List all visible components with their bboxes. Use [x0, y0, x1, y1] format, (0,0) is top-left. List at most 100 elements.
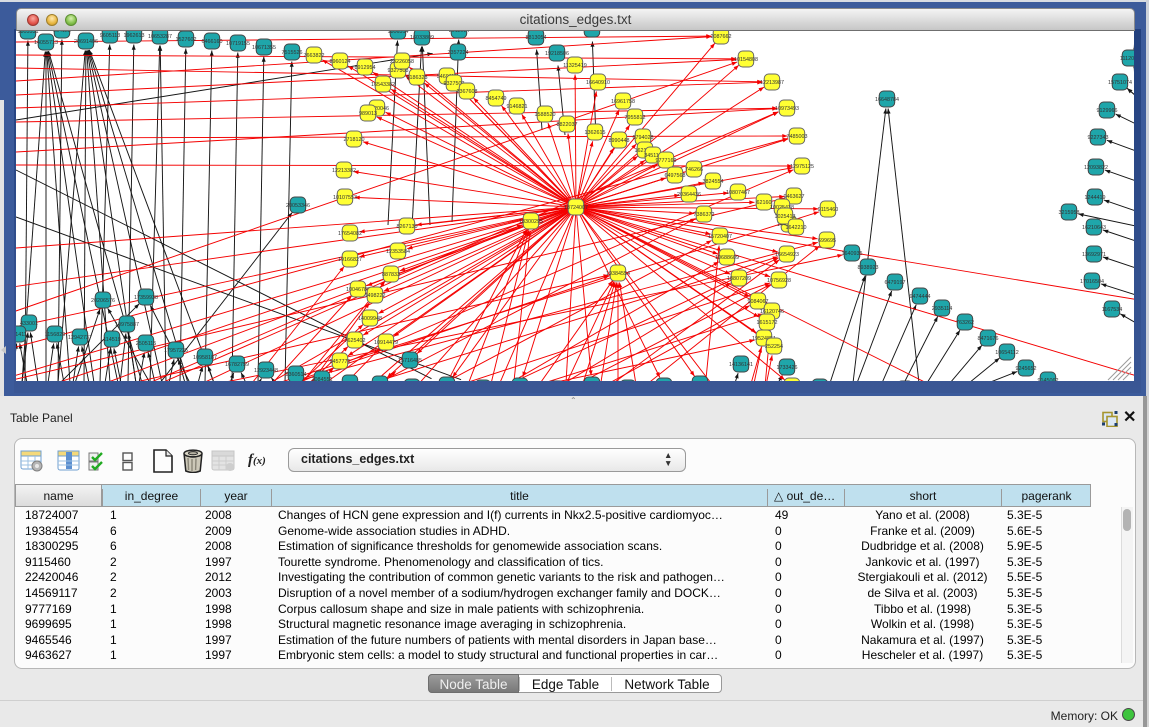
svg-text:10688609: 10688609 — [715, 255, 739, 261]
svg-text:1805531: 1805531 — [18, 31, 39, 35]
svg-text:9360514: 9360514 — [286, 372, 307, 378]
svg-text:18300295: 18300295 — [519, 219, 543, 225]
svg-text:11325419: 11325419 — [563, 63, 587, 69]
svg-text:3824554: 3824554 — [703, 179, 724, 185]
svg-text:10654112: 10654112 — [995, 350, 1019, 356]
svg-text:17654082: 17654082 — [338, 231, 362, 237]
svg-text:12353584: 12353584 — [386, 249, 410, 255]
svg-text:9605113: 9605113 — [100, 33, 121, 39]
svg-text:8267130: 8267130 — [397, 224, 418, 230]
svg-text:9245652: 9245652 — [1016, 366, 1037, 372]
svg-text:7663822: 7663822 — [304, 53, 325, 59]
svg-text:9115460: 9115460 — [818, 207, 839, 213]
svg-text:16033809: 16033809 — [410, 35, 434, 41]
svg-text:12213382: 12213382 — [332, 168, 356, 174]
svg-text:13692971: 13692971 — [1082, 252, 1106, 258]
svg-text:8471676: 8471676 — [978, 336, 999, 342]
svg-text:10154808: 10154808 — [734, 57, 758, 63]
svg-text:15751074: 15751074 — [1108, 80, 1132, 86]
svg-text:8938923: 8938923 — [858, 265, 879, 271]
svg-text:15716485: 15716485 — [398, 358, 422, 364]
svg-text:12942737: 12942737 — [68, 335, 92, 341]
svg-text:12923448: 12923448 — [254, 368, 278, 374]
svg-text:252254: 252254 — [765, 344, 783, 350]
svg-text:1362615: 1362615 — [585, 130, 606, 136]
svg-text:14009948: 14009948 — [358, 316, 382, 322]
svg-text:9227343: 9227343 — [1088, 135, 1109, 141]
svg-text:1962613: 1962613 — [124, 33, 145, 39]
svg-text:16648784: 16648784 — [875, 97, 899, 103]
svg-text:15720407: 15720407 — [708, 234, 732, 240]
svg-text:16961758: 16961758 — [611, 99, 635, 105]
svg-text:8454749: 8454749 — [486, 96, 507, 102]
svg-text:2673782: 2673782 — [582, 31, 603, 33]
svg-text:9777169: 9777169 — [656, 158, 677, 164]
svg-text:1588520: 1588520 — [535, 112, 556, 118]
svg-text:1527602: 1527602 — [176, 37, 197, 43]
svg-text:10719155: 10719155 — [226, 41, 250, 47]
svg-text:10807467: 10807467 — [726, 190, 750, 196]
svg-text:2087662: 2087662 — [711, 34, 732, 40]
svg-text:964122: 964122 — [53, 31, 71, 34]
svg-text:12213987: 12213987 — [760, 80, 784, 86]
svg-text:19384554: 19384554 — [606, 271, 630, 277]
svg-text:9146821: 9146821 — [507, 104, 528, 110]
svg-text:8960124: 8960124 — [330, 59, 351, 65]
svg-text:391411: 391411 — [16, 332, 27, 338]
svg-text:16543382: 16543382 — [371, 82, 395, 88]
svg-text:19166827: 19166827 — [338, 257, 362, 263]
svg-text:17016504: 17016504 — [1080, 279, 1104, 285]
svg-text:1615172: 1615172 — [757, 320, 778, 326]
svg-text:10973493: 10973493 — [775, 106, 799, 112]
svg-text:12975125: 12975125 — [790, 164, 814, 170]
svg-text:9129966: 9129966 — [1097, 108, 1118, 114]
svg-text:10975887: 10975887 — [115, 322, 139, 328]
svg-text:3215958: 3215958 — [1059, 210, 1080, 216]
svg-text:10671355: 10671355 — [252, 45, 276, 51]
svg-text:14055713: 14055713 — [34, 40, 58, 46]
svg-text:1498222: 1498222 — [365, 293, 386, 299]
svg-text:7625402: 7625402 — [345, 338, 366, 344]
svg-text:20691406: 20691406 — [74, 39, 98, 45]
svg-text:8822037: 8822037 — [557, 122, 578, 128]
svg-text:9457771: 9457771 — [330, 359, 351, 365]
svg-text:2084551: 2084551 — [312, 377, 333, 381]
svg-text:10653287: 10653287 — [148, 34, 172, 40]
svg-text:114519: 114519 — [103, 337, 121, 343]
svg-text:1640935: 1640935 — [842, 251, 863, 257]
svg-text:8186328: 8186328 — [407, 75, 428, 81]
svg-text:9474444: 9474444 — [910, 294, 931, 300]
svg-text:10958187: 10958187 — [193, 355, 217, 361]
svg-text:6497568: 6497568 — [665, 173, 686, 179]
svg-text:17957225: 17957225 — [164, 348, 188, 354]
svg-text:2935114: 2935114 — [932, 306, 953, 312]
svg-text:699695: 699695 — [818, 238, 836, 244]
svg-text:12093822: 12093822 — [1084, 165, 1108, 171]
svg-text:1112093: 1112093 — [1120, 56, 1134, 62]
svg-text:6794028: 6794028 — [633, 135, 654, 141]
svg-text:20206576: 20206576 — [91, 298, 115, 304]
svg-text:9145062: 9145062 — [1038, 378, 1059, 381]
svg-text:10107553: 10107553 — [333, 195, 357, 201]
svg-text:18724007: 18724007 — [564, 205, 588, 211]
svg-text:8813054: 8813054 — [526, 35, 547, 41]
svg-text:763262: 763262 — [956, 320, 974, 326]
svg-text:23226058: 23226058 — [390, 59, 414, 65]
svg-text:6466160: 6466160 — [202, 39, 223, 45]
svg-text:20053346: 20053346 — [286, 203, 310, 209]
svg-text:17359938: 17359938 — [134, 295, 158, 301]
svg-text:14136141: 14136141 — [729, 362, 753, 368]
svg-text:7386372: 7386372 — [694, 212, 715, 218]
svg-text:8912954: 8912954 — [355, 65, 376, 71]
svg-text:1642210: 1642210 — [786, 225, 807, 231]
svg-text:7955812: 7955812 — [625, 115, 646, 121]
svg-text:2505115: 2505115 — [136, 341, 157, 347]
svg-text:2367608: 2367608 — [457, 89, 478, 95]
svg-text:10914479: 10914479 — [374, 340, 398, 346]
svg-text:8911014: 8911014 — [449, 31, 470, 34]
svg-text:19218506: 19218506 — [545, 51, 569, 57]
svg-text:16782759: 16782759 — [225, 362, 249, 368]
svg-text:746266: 746266 — [685, 167, 703, 173]
svg-text:1244419: 1244419 — [1085, 195, 1106, 201]
svg-text:1156829: 1156829 — [45, 332, 66, 338]
